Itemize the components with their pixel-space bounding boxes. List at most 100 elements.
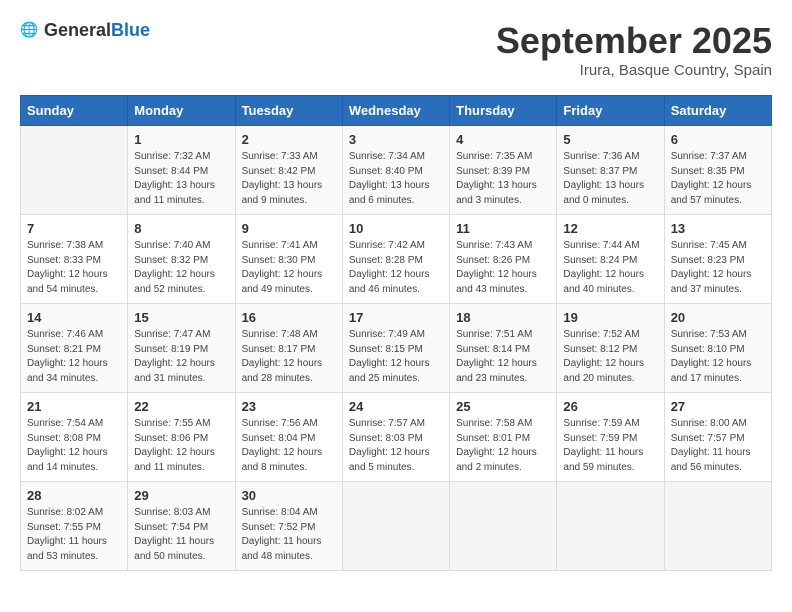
cell-info: Sunrise: 7:47 AMSunset: 8:19 PMDaylight:… <box>134 328 228 386</box>
calendar-cell <box>21 126 128 215</box>
month-title: September 2025 <box>496 20 772 62</box>
calendar-cell: 10 Sunrise: 7:42 AMSunset: 8:28 PMDayligh… <box>342 215 449 304</box>
weekday-header-wednesday: Wednesday <box>342 96 449 126</box>
calendar-cell <box>450 482 557 571</box>
calendar-cell <box>557 482 664 571</box>
cell-info: Sunrise: 7:45 AMSunset: 8:23 PMDaylight:… <box>671 239 765 297</box>
day-number: 21 <box>27 399 121 414</box>
day-number: 9 <box>242 221 336 236</box>
weekday-header-row: SundayMondayTuesdayWednesdayThursdayFrid… <box>21 96 772 126</box>
day-number: 13 <box>671 221 765 236</box>
day-number: 14 <box>27 310 121 325</box>
calendar-cell: 6 Sunrise: 7:37 AMSunset: 8:35 PMDaylight… <box>664 126 771 215</box>
calendar-cell: 23Sunrise: 7:56 AMSunset: 8:04 PMDayligh… <box>235 393 342 482</box>
calendar-cell: 29 Sunrise: 8:03 AMSunset: 7:54 PMDayligh… <box>128 482 235 571</box>
cell-info: Sunrise: 7:41 AMSunset: 8:30 PMDaylight:… <box>242 239 336 297</box>
weekday-header-saturday: Saturday <box>664 96 771 126</box>
cell-info: Sunrise: 7:48 AMSunset: 8:17 PMDaylight:… <box>242 328 336 386</box>
day-number: 30 <box>242 488 336 503</box>
cell-info: Sunrise: 7:49 AMSunset: 8:15 PMDaylight:… <box>349 328 443 386</box>
calendar-cell: 3Sunrise: 7:34 AMSunset: 8:40 PMDaylight… <box>342 126 449 215</box>
calendar-cell: 1 Sunrise: 7:32 AMSunset: 8:44 PMDaylight… <box>128 126 235 215</box>
cell-info: Sunrise: 7:37 AMSunset: 8:35 PMDaylight:… <box>671 150 765 208</box>
calendar-cell: 30 Sunrise: 8:04 AMSunset: 7:52 PMDayligh… <box>235 482 342 571</box>
day-number: 23 <box>242 399 336 414</box>
day-number: 27 <box>671 399 765 414</box>
calendar-body: 1 Sunrise: 7:32 AMSunset: 8:44 PMDaylight… <box>21 126 772 571</box>
calendar-table: SundayMondayTuesdayWednesdayThursdayFrid… <box>20 95 772 571</box>
cell-info: Sunrise: 7:33 AMSunset: 8:42 PMDaylight:… <box>242 150 336 208</box>
calendar-cell <box>342 482 449 571</box>
day-number: 3 <box>349 132 443 147</box>
cell-info: Sunrise: 8:03 AMSunset: 7:54 PMDaylight:… <box>134 506 228 564</box>
weekday-header-monday: Monday <box>128 96 235 126</box>
cell-info: Sunrise: 7:38 AMSunset: 8:33 PMDaylight:… <box>27 239 121 297</box>
cell-info: Sunrise: 7:57 AMSunset: 8:03 PMDaylight:… <box>349 417 443 475</box>
cell-info: Sunrise: 8:04 AMSunset: 7:52 PMDaylight:… <box>242 506 336 564</box>
day-number: 17 <box>349 310 443 325</box>
day-number: 20 <box>671 310 765 325</box>
day-number: 11 <box>456 221 550 236</box>
day-number: 26 <box>563 399 657 414</box>
day-number: 16 <box>242 310 336 325</box>
calendar-cell: 28 Sunrise: 8:02 AMSunset: 7:55 PMDayligh… <box>21 482 128 571</box>
calendar-cell: 26Sunrise: 7:59 AMSunset: 7:59 PMDayligh… <box>557 393 664 482</box>
day-number: 28 <box>27 488 121 503</box>
day-number: 1 <box>134 132 228 147</box>
calendar-cell: 16 Sunrise: 7:48 AMSunset: 8:17 PMDayligh… <box>235 304 342 393</box>
calendar-cell: 8Sunrise: 7:40 AMSunset: 8:32 PMDaylight… <box>128 215 235 304</box>
calendar-cell: 22 Sunrise: 7:55 AMSunset: 8:06 PMDayligh… <box>128 393 235 482</box>
calendar-cell: 17 Sunrise: 7:49 AMSunset: 8:15 PMDayligh… <box>342 304 449 393</box>
calendar-cell: 24 Sunrise: 7:57 AMSunset: 8:03 PMDayligh… <box>342 393 449 482</box>
day-number: 18 <box>456 310 550 325</box>
cell-info: Sunrise: 7:43 AMSunset: 8:26 PMDaylight:… <box>456 239 550 297</box>
calendar-week-3: 14 Sunrise: 7:46 AMSunset: 8:21 PMDayligh… <box>21 304 772 393</box>
cell-info: Sunrise: 7:58 AMSunset: 8:01 PMDaylight:… <box>456 417 550 475</box>
day-number: 6 <box>671 132 765 147</box>
calendar-week-5: 28 Sunrise: 8:02 AMSunset: 7:55 PMDayligh… <box>21 482 772 571</box>
cell-info: Sunrise: 7:55 AMSunset: 8:06 PMDaylight:… <box>134 417 228 475</box>
day-number: 4 <box>456 132 550 147</box>
cell-info: Sunrise: 8:02 AMSunset: 7:55 PMDaylight:… <box>27 506 121 564</box>
weekday-header-sunday: Sunday <box>21 96 128 126</box>
cell-info: Sunrise: 7:36 AMSunset: 8:37 PMDaylight:… <box>563 150 657 208</box>
cell-info: Sunrise: 7:54 AMSunset: 8:08 PMDaylight:… <box>27 417 121 475</box>
cell-info: Sunrise: 7:51 AMSunset: 8:14 PMDaylight:… <box>456 328 550 386</box>
logo-blue-text: Blue <box>111 20 150 40</box>
title-area: September 2025 Irura, Basque Country, Sp… <box>496 20 772 79</box>
calendar-week-1: 1 Sunrise: 7:32 AMSunset: 8:44 PMDaylight… <box>21 126 772 215</box>
cell-info: Sunrise: 7:32 AMSunset: 8:44 PMDaylight:… <box>134 150 228 208</box>
calendar-cell: 21 Sunrise: 7:54 AMSunset: 8:08 PMDayligh… <box>21 393 128 482</box>
cell-info: Sunrise: 7:46 AMSunset: 8:21 PMDaylight:… <box>27 328 121 386</box>
calendar-cell: 5 Sunrise: 7:36 AMSunset: 8:37 PMDaylight… <box>557 126 664 215</box>
cell-info: Sunrise: 7:35 AMSunset: 8:39 PMDaylight:… <box>456 150 550 208</box>
calendar-cell <box>664 482 771 571</box>
header: 🌐 GeneralBlue September 2025 Irura, Basq… <box>20 20 772 79</box>
calendar-cell: 11 Sunrise: 7:43 AMSunset: 8:26 PMDayligh… <box>450 215 557 304</box>
day-number: 25 <box>456 399 550 414</box>
cell-info: Sunrise: 7:42 AMSunset: 8:28 PMDaylight:… <box>349 239 443 297</box>
calendar-header: SundayMondayTuesdayWednesdayThursdayFrid… <box>21 96 772 126</box>
weekday-header-friday: Friday <box>557 96 664 126</box>
calendar-cell: 18 Sunrise: 7:51 AMSunset: 8:14 PMDayligh… <box>450 304 557 393</box>
calendar-cell: 27 Sunrise: 8:00 AMSunset: 7:57 PMDayligh… <box>664 393 771 482</box>
day-number: 22 <box>134 399 228 414</box>
weekday-header-tuesday: Tuesday <box>235 96 342 126</box>
calendar-week-4: 21 Sunrise: 7:54 AMSunset: 8:08 PMDayligh… <box>21 393 772 482</box>
day-number: 15 <box>134 310 228 325</box>
calendar-cell: 25 Sunrise: 7:58 AMSunset: 8:01 PMDayligh… <box>450 393 557 482</box>
svg-text:🌐: 🌐 <box>20 21 38 38</box>
calendar-cell: 15 Sunrise: 7:47 AMSunset: 8:19 PMDayligh… <box>128 304 235 393</box>
day-number: 7 <box>27 221 121 236</box>
logo: 🌐 GeneralBlue <box>20 20 150 41</box>
calendar-cell: 19Sunrise: 7:52 AMSunset: 8:12 PMDayligh… <box>557 304 664 393</box>
logo-icon: 🌐 <box>20 21 40 41</box>
cell-info: Sunrise: 8:00 AMSunset: 7:57 PMDaylight:… <box>671 417 765 475</box>
calendar-week-2: 7 Sunrise: 7:38 AMSunset: 8:33 PMDaylight… <box>21 215 772 304</box>
day-number: 10 <box>349 221 443 236</box>
calendar-cell: 9 Sunrise: 7:41 AMSunset: 8:30 PMDaylight… <box>235 215 342 304</box>
day-number: 24 <box>349 399 443 414</box>
day-number: 29 <box>134 488 228 503</box>
day-number: 5 <box>563 132 657 147</box>
calendar-cell: 14 Sunrise: 7:46 AMSunset: 8:21 PMDayligh… <box>21 304 128 393</box>
